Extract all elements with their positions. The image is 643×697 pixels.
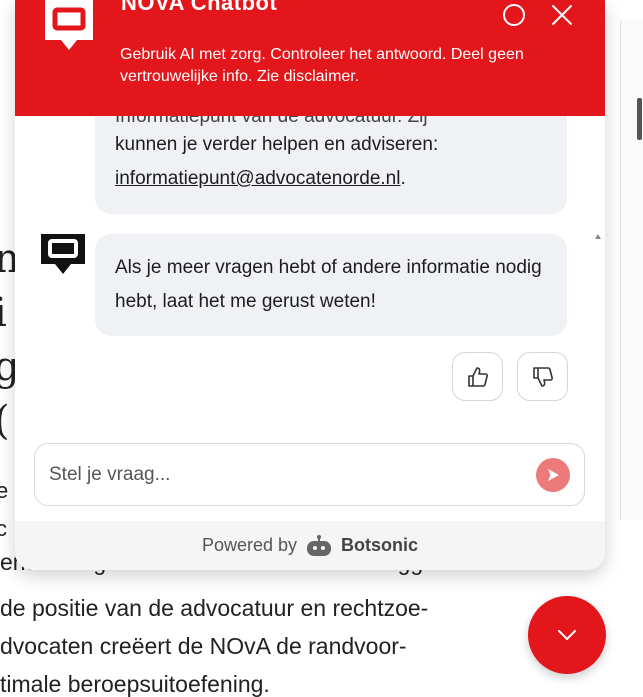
- bg-small-letter: c: [0, 516, 7, 541]
- circle-icon[interactable]: [501, 2, 527, 28]
- thumbs-down-icon: [532, 366, 553, 387]
- botsonic-brand[interactable]: Botsonic: [341, 535, 418, 556]
- chat-disclaimer-notice: Gebruik AI met zorg. Controleer het antw…: [120, 46, 524, 85]
- message-line: informatiepunt@advocatenorde.nl.: [115, 162, 547, 196]
- question-input[interactable]: [49, 458, 519, 492]
- bg-paragraph-line: dvocaten creëert de NOvA de randvoor-: [0, 633, 407, 659]
- close-icon[interactable]: [549, 2, 575, 28]
- question-input-container: [34, 443, 585, 506]
- send-arrow-icon: [548, 469, 559, 481]
- message-list: Informatiepunt van de advocatuur. Zij ku…: [15, 116, 605, 434]
- scroll-up-arrow-icon[interactable]: [595, 234, 601, 239]
- bg-paragraph-line: de positie van de advocatuur en rechtzoe…: [0, 595, 429, 621]
- chat-header: NOVA Chatbot Gebruik AI met zorg. Contro…: [15, 0, 605, 116]
- chat-toggle-button[interactable]: [528, 596, 606, 674]
- powered-by-label: Powered by: [201, 535, 298, 555]
- chat-title: NOVA Chatbot: [121, 0, 278, 15]
- message-scrollbar[interactable]: [592, 234, 604, 434]
- bg-small-letter: e: [0, 478, 9, 503]
- thumbs-up-icon: [467, 366, 488, 387]
- chevron-down-icon: [558, 630, 576, 640]
- background-scroll-thumb[interactable]: [637, 98, 642, 140]
- message-line-cut: Informatiepunt van de advocatuur. Zij: [115, 116, 428, 127]
- bot-avatar-icon: [41, 234, 85, 274]
- message-line: kunnen je verder helpen en adviseren:: [115, 134, 439, 155]
- thumbs-up-button[interactable]: [452, 352, 503, 401]
- message-punctuation: .: [400, 168, 406, 189]
- powered-by-footer: Powered by Botsonic: [15, 521, 605, 570]
- send-button[interactable]: [536, 458, 570, 492]
- background-page-scrollbar: [620, 20, 643, 520]
- chatbot-window: NOVA Chatbot Gebruik AI met zorg. Contro…: [15, 0, 605, 570]
- botsonic-robot-icon: [307, 534, 332, 556]
- email-link[interactable]: informatiepunt@advocatenorde.nl: [115, 168, 400, 189]
- thumbs-down-button[interactable]: [517, 352, 568, 401]
- bg-paragraph-line: timale beroepsuitoefening.: [0, 671, 270, 697]
- bot-message: Als je meer vragen hebt of andere inform…: [95, 234, 567, 336]
- background-paragraph: enwoordiger van de advocatuur rechtingge…: [0, 553, 600, 697]
- bot-message: Informatiepunt van de advocatuur. Zij ku…: [95, 116, 567, 214]
- chat-bubble-logo-icon: [45, 0, 93, 50]
